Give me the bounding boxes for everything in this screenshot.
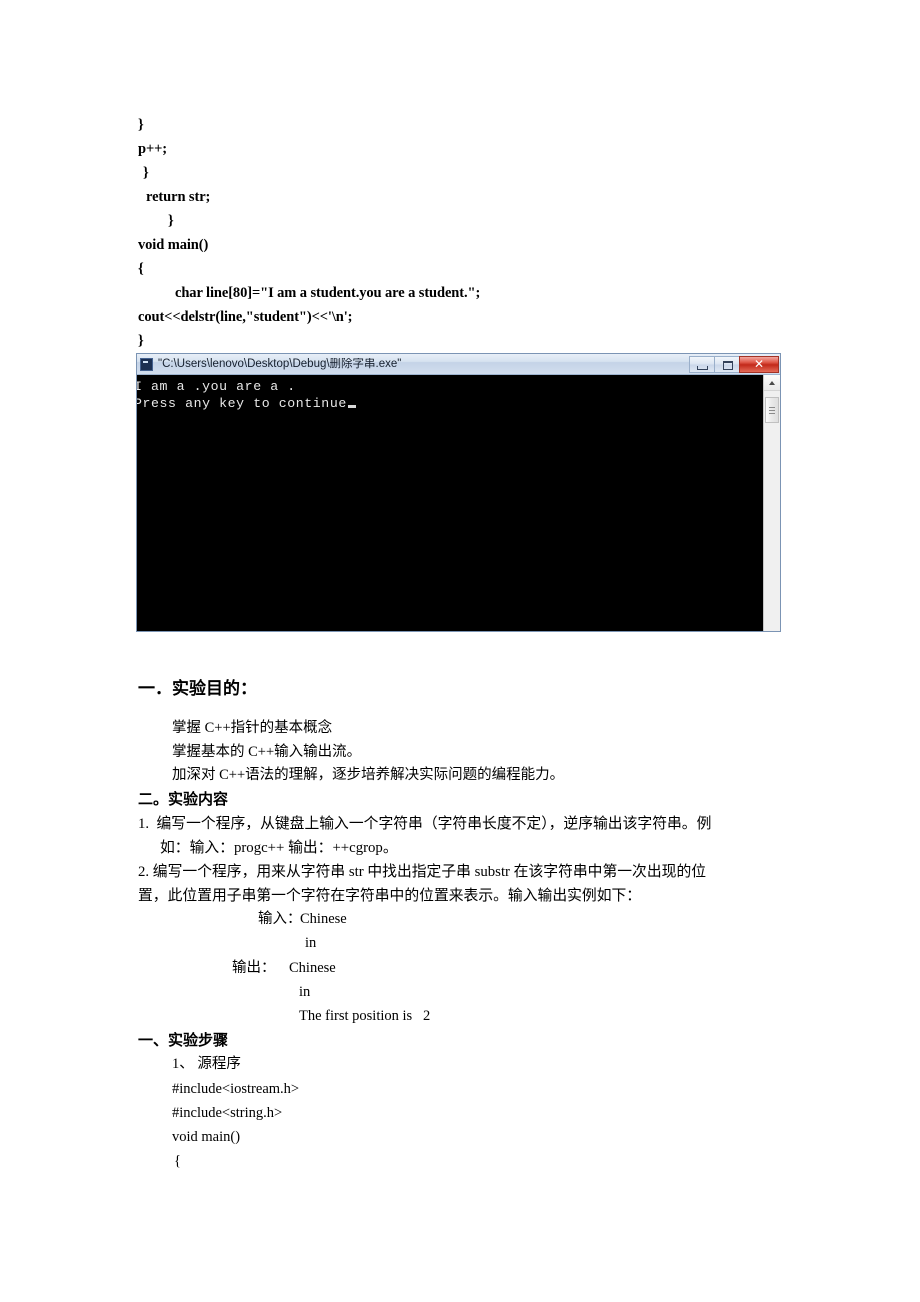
minimize-icon — [697, 365, 708, 370]
content-item-1-line: 如：输入：progc++ 输出：++cgrop。 — [160, 840, 398, 856]
example-input-label: 输入： — [258, 911, 302, 927]
close-icon: ✕ — [753, 357, 765, 371]
example-output-value: in — [299, 984, 311, 1000]
steps-code-line: #include<string.h> — [172, 1105, 283, 1121]
purpose-line: 掌握基本的 C++输入输出流。 — [172, 744, 362, 760]
console-output-line: I am a .you are a . — [137, 379, 296, 394]
section-heading-content: 二。实验内容 — [138, 792, 229, 808]
code-line: } — [138, 333, 144, 349]
minimize-button[interactable] — [689, 355, 715, 373]
console-window-icon — [140, 357, 153, 371]
content-item-1-line: 1. 编写一个程序，从键盘上输入一个字符串（字符串长度不定），逆序输出该字符串。… — [138, 816, 712, 832]
content-item-2-line: 2. 编写一个程序，用来从字符串 str 中找出指定子串 substr 在该字符… — [138, 864, 707, 880]
console-prompt-text: Press any key to continue — [137, 396, 347, 411]
document-page: } p++; } return str; } void main() { cha… — [0, 0, 920, 1302]
example-output-label: 输出： — [232, 960, 276, 976]
example-output-value: Chinese — [289, 960, 336, 976]
content-item-2-line: 置，此位置用子串第一个字符在字符串中的位置来表示。输入输出实例如下： — [138, 888, 642, 904]
window-controls: ✕ — [689, 355, 779, 373]
scrollbar-thumb[interactable] — [765, 397, 779, 423]
example-input-value: Chinese — [300, 911, 347, 927]
code-line: p++; — [138, 141, 168, 157]
scroll-up-arrow-icon[interactable] — [764, 375, 780, 391]
steps-subheading: 1、 源程序 — [172, 1056, 241, 1072]
console-output-area[interactable]: I am a .you are a . Press any key to con… — [137, 375, 780, 631]
code-line: cout<<delstr(line,"student")<<'\n'; — [138, 309, 353, 325]
example-input-value: in — [305, 935, 317, 951]
console-scrollbar[interactable] — [763, 375, 780, 631]
maximize-button[interactable] — [714, 355, 740, 373]
section-heading-steps: 一、实验步骤 — [138, 1033, 229, 1049]
console-window-title: "C:\Users\lenovo\Desktop\Debug\删除字串.exe" — [158, 357, 402, 370]
console-window[interactable]: "C:\Users\lenovo\Desktop\Debug\删除字串.exe"… — [136, 353, 781, 632]
purpose-line: 掌握 C++指针的基本概念 — [172, 720, 333, 736]
example-output-value: The first position is 2 — [299, 1008, 431, 1024]
close-button[interactable]: ✕ — [739, 355, 779, 373]
section-heading-purpose: 一．实验目的： — [138, 679, 257, 698]
code-line: } — [168, 213, 174, 229]
maximize-icon — [723, 360, 733, 370]
purpose-line: 加深对 C++语法的理解，逐步培养解决实际问题的编程能力。 — [172, 767, 565, 783]
code-line: } — [143, 165, 149, 181]
code-line: void main() — [138, 237, 209, 253]
console-caret — [347, 405, 356, 408]
code-line: } — [138, 117, 144, 133]
code-line: char line[80]="I am a student.you are a … — [175, 285, 481, 301]
code-line: return str; — [146, 189, 211, 205]
console-output-line: Press any key to continue — [137, 395, 356, 412]
steps-code-line: { — [174, 1153, 181, 1169]
console-titlebar[interactable]: "C:\Users\lenovo\Desktop\Debug\删除字串.exe"… — [137, 354, 780, 375]
code-line: { — [138, 261, 144, 277]
steps-code-line: void main() — [172, 1129, 241, 1145]
steps-code-line: #include<iostream.h> — [172, 1081, 300, 1097]
